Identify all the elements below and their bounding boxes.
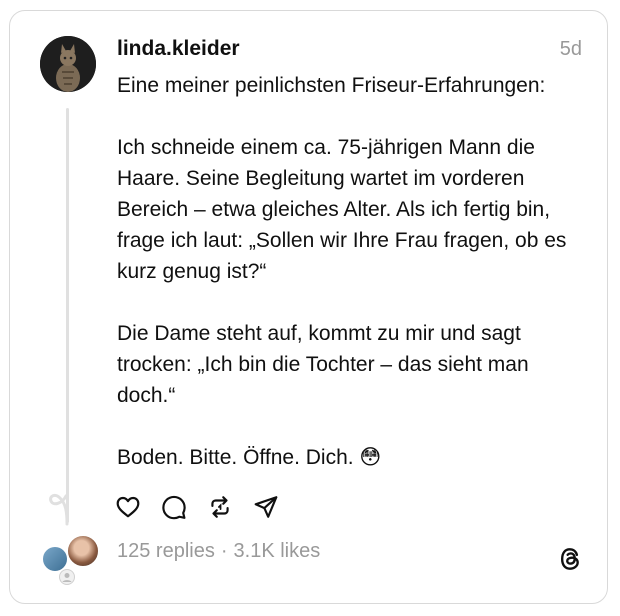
send-icon[interactable]: [253, 494, 279, 520]
post-time: 5d: [559, 38, 582, 60]
post-stats[interactable]: 125 replies · 3.1K likes: [117, 540, 320, 563]
thread-loop-icon: [49, 493, 69, 526]
username[interactable]: linda.kleider: [117, 37, 240, 61]
comment-icon[interactable]: [161, 494, 187, 520]
replier-avatar: [66, 534, 100, 568]
threads-logo-icon[interactable]: [558, 545, 584, 573]
replies-count[interactable]: 125 replies: [117, 540, 215, 562]
user-placeholder-icon: [59, 569, 75, 585]
heart-icon[interactable]: [115, 494, 141, 520]
thread-line: [66, 108, 69, 523]
stats-separator: ·: [220, 540, 228, 562]
repost-icon[interactable]: [207, 494, 233, 520]
author-avatar[interactable]: [40, 36, 96, 92]
replier-avatars[interactable]: [38, 533, 100, 585]
cat-avatar-image: [40, 36, 96, 92]
action-bar: [115, 494, 279, 520]
likes-count[interactable]: 3.1K likes: [234, 540, 321, 562]
post-text: Eine meiner peinlichsten Friseur-Erfahru…: [117, 74, 567, 469]
